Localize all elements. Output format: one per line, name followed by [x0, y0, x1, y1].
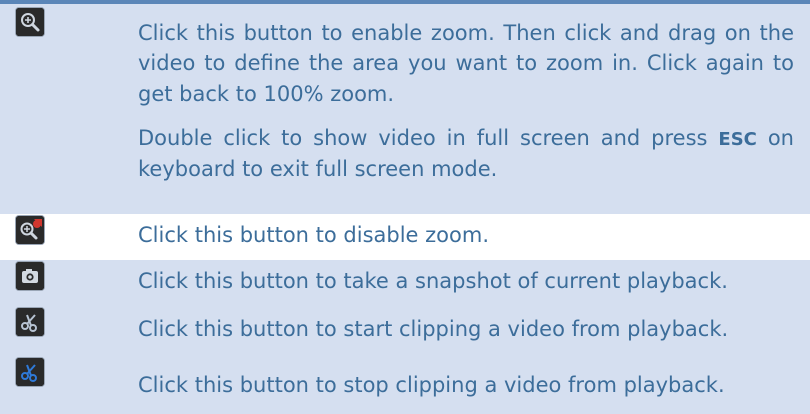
- start-clip-button[interactable]: [16, 308, 44, 336]
- snapshot-description: Click this button to take a snapshot of …: [138, 269, 728, 293]
- scissors-icon: [16, 308, 44, 336]
- scissors-active-icon: [16, 358, 44, 386]
- zoom-enable-text: Click this button to enable zoom. Then c…: [138, 21, 794, 106]
- zoom-disable-icon: [16, 216, 44, 244]
- zoom-enable-row: Click this button to enable zoom. Then c…: [0, 0, 810, 214]
- zoom-disable-row: Click this button to disable zoom.: [0, 214, 810, 260]
- fullscreen-text: Double click to show video in full scree…: [138, 123, 794, 184]
- stop-clip-button[interactable]: [16, 358, 44, 386]
- zoom-enable-button[interactable]: [16, 8, 44, 36]
- fullscreen-text-before: Double click to show video in full scree…: [138, 126, 708, 151]
- zoom-enable-description: Click this button to enable zoom. Then c…: [138, 18, 794, 184]
- snapshot-row: Click this button to take a snapshot of …: [0, 260, 810, 306]
- camera-icon: [16, 262, 44, 290]
- start-clip-description: Click this button to start clipping a vi…: [138, 317, 729, 341]
- stop-clip-description: Click this button to stop clipping a vid…: [138, 373, 725, 397]
- start-clip-row: Click this button to start clipping a vi…: [0, 306, 810, 358]
- zoom-in-icon: [16, 8, 44, 36]
- zoom-disable-description: Click this button to disable zoom.: [138, 223, 489, 247]
- snapshot-button[interactable]: [16, 262, 44, 290]
- help-document: Click this button to enable zoom. Then c…: [0, 0, 810, 414]
- stop-clip-row: Click this button to stop clipping a vid…: [0, 358, 810, 414]
- zoom-disable-button[interactable]: [16, 216, 44, 244]
- esc-key-label: ESC: [718, 129, 757, 151]
